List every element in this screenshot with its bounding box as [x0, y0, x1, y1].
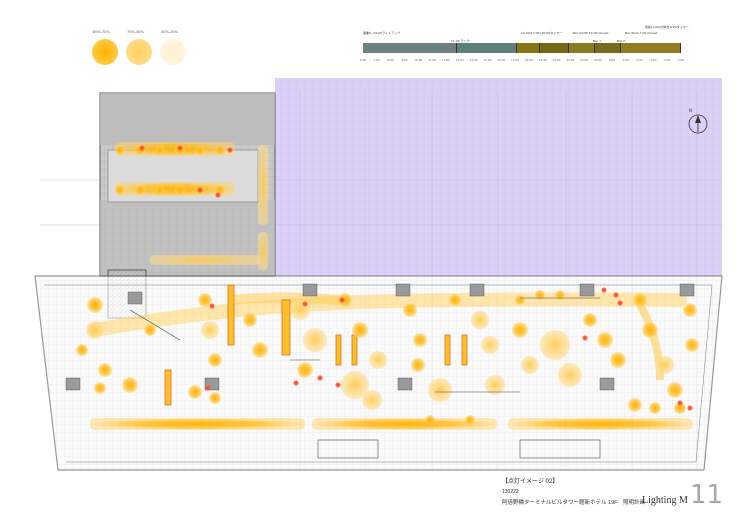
light-circle [667, 382, 683, 398]
light-circle [610, 352, 626, 368]
accent-spot [582, 335, 588, 341]
light-circle [597, 332, 613, 348]
caption-title: 【点灯イメージ 02】 [502, 479, 559, 485]
light-circle [683, 303, 697, 317]
light-circle [540, 330, 570, 360]
caption-project: 阿倍野橋ターミナルビルタワー館新ホテル 19F 照明計画 [502, 500, 646, 506]
light-circle [555, 290, 565, 300]
light-circle [583, 313, 597, 327]
light-circle [303, 328, 327, 352]
north-label: N [689, 108, 692, 113]
light-circle [297, 362, 313, 378]
page-number: 11 [690, 480, 724, 510]
accent-spot [601, 287, 607, 293]
light-circle [208, 353, 222, 367]
light-circle [94, 382, 106, 394]
light-circle [144, 324, 156, 336]
brand-name: Lighting M [642, 495, 688, 506]
accent-spot [302, 301, 308, 307]
light-circle [201, 321, 219, 339]
light-circle [115, 185, 125, 195]
light-circle [86, 321, 104, 339]
light-circle [209, 392, 221, 404]
accent-spot [335, 382, 341, 388]
light-circle [515, 295, 525, 305]
light-circle [642, 322, 658, 338]
light-circle [411, 358, 425, 372]
light-circle [155, 145, 165, 155]
light-circle [122, 377, 138, 393]
light-circle [155, 185, 165, 195]
light-circle [175, 185, 185, 195]
accent-spot [677, 400, 683, 406]
light-circle [362, 390, 382, 410]
light-circle [471, 311, 489, 329]
light-circle [649, 402, 661, 414]
accent-spot [317, 375, 323, 381]
light-circle [98, 363, 112, 377]
accent-spot [209, 303, 215, 309]
accent-spot [339, 297, 345, 303]
accent-spot [613, 292, 619, 298]
light-circle [481, 336, 499, 354]
light-circle [87, 297, 103, 313]
accent-spot [197, 187, 203, 193]
light-circle [195, 145, 205, 155]
accent-spot [617, 300, 623, 306]
light-circle [628, 398, 642, 412]
accent-spot [687, 405, 693, 411]
accent-spot [139, 145, 145, 151]
accent-spot [177, 145, 183, 151]
light-circle [352, 322, 368, 338]
accent-spot [205, 385, 211, 391]
accent-spot [293, 380, 299, 386]
light-circle [76, 344, 88, 356]
accent-spot [215, 192, 221, 198]
light-circle [252, 342, 268, 358]
light-circle [115, 145, 125, 155]
light-circle [465, 415, 475, 425]
light-circle [215, 145, 225, 155]
light-circle [449, 294, 461, 306]
light-circle [512, 322, 528, 338]
light-circle [403, 303, 417, 317]
light-circle [413, 333, 427, 347]
light-circle [521, 356, 539, 374]
light-bars-bottom [90, 418, 693, 430]
light-circle [428, 378, 452, 402]
light-circle [188, 385, 202, 399]
light-circle [369, 351, 387, 369]
light-circle [685, 338, 699, 352]
light-circle [633, 293, 647, 307]
light-circle [656, 356, 674, 374]
caption-date: 130222 [502, 489, 519, 495]
title-block: 【点灯イメージ 02】 130222 阿倍野橋ターミナルビルタワー館新ホテル 1… [502, 476, 723, 516]
light-circle [425, 415, 435, 425]
light-circle [135, 185, 145, 195]
floor-plan: N [34, 78, 723, 471]
light-circle [535, 290, 545, 300]
light-circle [243, 313, 257, 327]
light-circle [558, 363, 582, 387]
accent-spot [227, 147, 233, 153]
